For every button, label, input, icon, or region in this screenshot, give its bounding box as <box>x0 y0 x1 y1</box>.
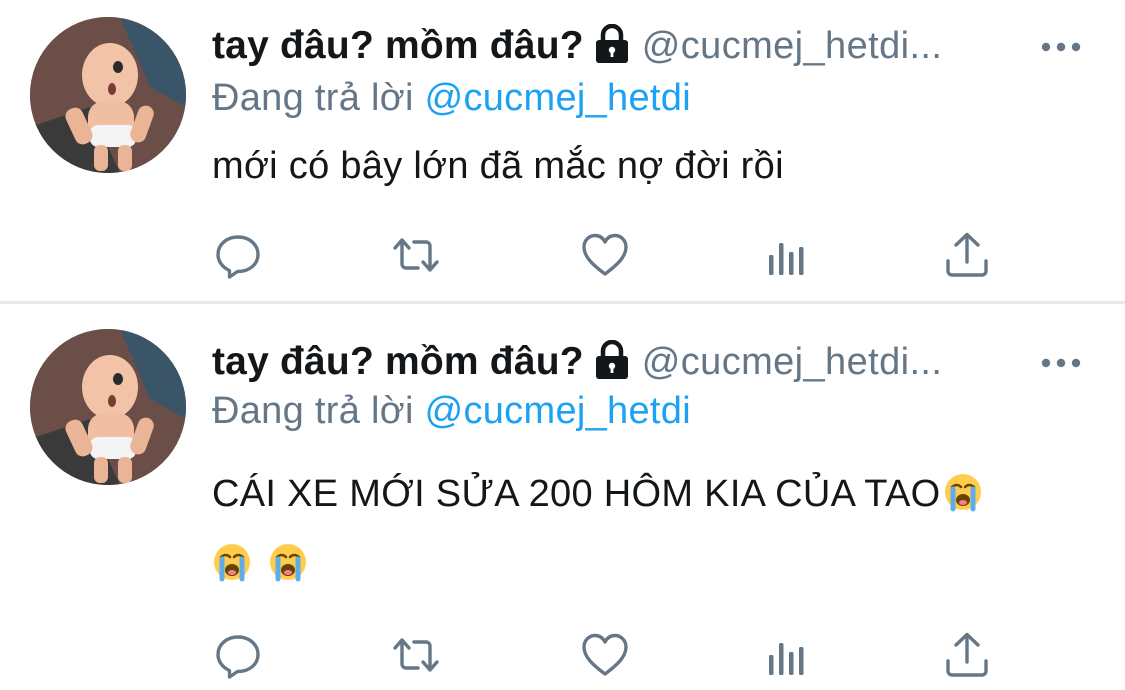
avatar[interactable] <box>30 329 186 485</box>
action-bar <box>212 631 1002 679</box>
replying-prefix: Đang trả lời <box>212 390 414 432</box>
tweet-text: mới có bây lớn đã mắc nợ đời rồi <box>212 131 1072 201</box>
retweet-button[interactable] <box>392 631 440 679</box>
handle[interactable]: @cucmej_hetdi... <box>642 341 943 384</box>
tweet-text-line: mới có bây lớn đã mắc nợ đời rồi <box>212 145 784 187</box>
like-button[interactable] <box>581 231 629 279</box>
emoji-line <box>212 529 1072 599</box>
lock-icon <box>594 339 630 380</box>
analytics-icon <box>769 243 804 275</box>
reply-icon <box>216 635 260 679</box>
loudly-crying-face-icon <box>212 542 252 582</box>
tweet-header: tay đâu? mồm đâu? @cucmej_hetdi... <box>212 21 1125 71</box>
heart-icon <box>582 233 628 276</box>
reply-button[interactable] <box>214 631 262 679</box>
share-icon <box>946 232 988 277</box>
loudly-crying-face-icon <box>943 472 983 512</box>
tweet-text: CÁI XE MỚI SỬA 200 HÔM KIA CỦA TAO <box>212 459 1072 599</box>
retweet-button[interactable] <box>392 231 440 279</box>
loudly-crying-face-icon <box>268 542 308 582</box>
tweet-text-line: CÁI XE MỚI SỬA 200 HÔM KIA CỦA TAO <box>212 459 1072 529</box>
avatar-image <box>30 329 186 485</box>
lock-icon <box>594 23 630 64</box>
share-button[interactable] <box>943 231 991 279</box>
retweet-icon <box>393 238 439 272</box>
mention-link[interactable]: @cucmej_hetdi <box>425 390 691 432</box>
share-button[interactable] <box>943 631 991 679</box>
analytics-icon <box>769 643 804 675</box>
retweet-icon <box>393 638 439 672</box>
tweet[interactable]: tay đâu? mồm đâu? @cucmej_hetdi... Đang … <box>0 0 1125 302</box>
tweet-header: tay đâu? mồm đâu? @cucmej_hetdi... <box>212 337 1125 387</box>
replying-prefix: Đang trả lời <box>212 77 414 119</box>
share-icon <box>946 632 988 677</box>
analytics-button[interactable] <box>764 231 812 279</box>
display-name[interactable]: tay đâu? mồm đâu? <box>212 340 584 384</box>
reply-icon <box>216 235 260 279</box>
replying-to-line: Đang trả lời @cucmej_hetdi <box>212 77 691 120</box>
avatar-image <box>30 17 186 173</box>
like-button[interactable] <box>581 631 629 679</box>
more-options-icon[interactable] <box>1041 355 1081 368</box>
display-name[interactable]: tay đâu? mồm đâu? <box>212 24 584 68</box>
tweet-text-content: CÁI XE MỚI SỬA 200 HÔM KIA CỦA TAO <box>212 473 941 515</box>
handle[interactable]: @cucmej_hetdi... <box>642 25 943 68</box>
analytics-button[interactable] <box>764 631 812 679</box>
heart-icon <box>582 633 628 676</box>
action-bar <box>212 231 1002 279</box>
avatar[interactable] <box>30 17 186 173</box>
tweet[interactable]: tay đâu? mồm đâu? @cucmej_hetdi... Đang … <box>0 304 1125 690</box>
more-options-icon[interactable] <box>1041 39 1081 52</box>
reply-button[interactable] <box>214 231 262 279</box>
mention-link[interactable]: @cucmej_hetdi <box>425 77 691 119</box>
replying-to-line: Đang trả lời @cucmej_hetdi <box>212 390 691 433</box>
